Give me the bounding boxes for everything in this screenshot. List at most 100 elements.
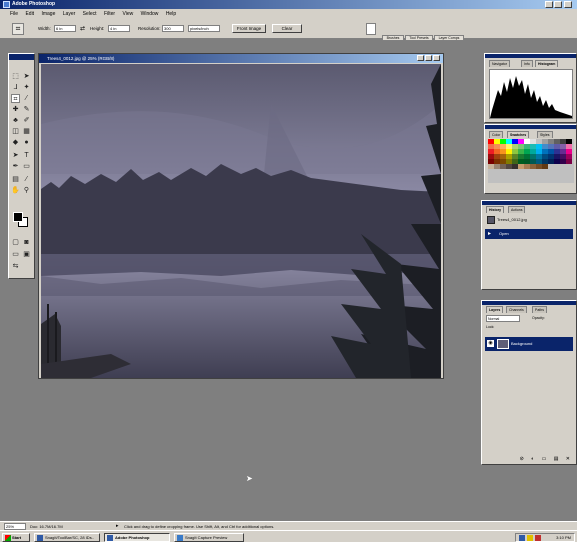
- clone-stamp-tool-icon[interactable]: ♣: [11, 116, 20, 125]
- history-state-open[interactable]: ▸ Open: [485, 229, 573, 239]
- tab-layers[interactable]: Layers: [486, 306, 504, 313]
- well-tab-layer-comps[interactable]: Layer Comps: [434, 35, 464, 41]
- zoom-tool-icon[interactable]: ⚲: [22, 186, 31, 195]
- layers-panel: Layers Channels Paths Normal Opacity: Lo…: [481, 300, 577, 465]
- task-snagit-toolbar[interactable]: SnagIt/ToolBar/SC, 28 IDs..: [34, 533, 100, 542]
- shape-tool-icon[interactable]: ▭: [22, 162, 31, 171]
- blend-mode-select[interactable]: Normal: [486, 315, 520, 322]
- tray-icon-3[interactable]: [535, 535, 541, 541]
- document-title-bar[interactable]: Trees4_0012.jpg @ 25% (RGB/8): [39, 54, 443, 63]
- tray-icon-1[interactable]: [519, 535, 525, 541]
- menu-view[interactable]: View: [122, 11, 133, 17]
- start-label: Start: [12, 535, 22, 540]
- tab-styles[interactable]: Styles: [537, 131, 553, 138]
- history-snapshot[interactable]: Trees4_0012.jpg: [485, 215, 573, 225]
- layers-panel-footer-icons[interactable]: ⊘ ◐ ▭ ▤ ✕: [485, 456, 573, 463]
- tab-actions[interactable]: Actions: [508, 206, 526, 213]
- layer-visibility-eye-icon[interactable]: ◉: [487, 340, 494, 347]
- windows-logo-icon: [5, 535, 11, 541]
- slice-tool-icon[interactable]: ⁄: [22, 94, 31, 103]
- opacity-label: Opacity:: [532, 316, 545, 320]
- jump-to-imageready-icon[interactable]: ⇆: [11, 262, 20, 271]
- brush-tool-icon[interactable]: ✎: [22, 105, 31, 114]
- magic-wand-tool-icon[interactable]: ✦: [22, 83, 31, 92]
- healing-brush-tool-icon[interactable]: ✚: [11, 105, 20, 114]
- doc-minimize-button[interactable]: [417, 55, 424, 61]
- menu-help[interactable]: Help: [166, 11, 176, 17]
- menu-layer[interactable]: Layer: [63, 11, 76, 17]
- tab-info[interactable]: Info: [521, 60, 533, 67]
- path-selection-tool-icon[interactable]: ➤: [11, 151, 20, 160]
- toolbox-grip[interactable]: [9, 54, 34, 60]
- menu-file[interactable]: File: [10, 11, 18, 17]
- marquee-tool-icon[interactable]: ⬚: [11, 72, 20, 81]
- swatch-grid[interactable]: [488, 139, 574, 183]
- palette-well-icon[interactable]: [366, 23, 376, 35]
- crop-tool-icon[interactable]: ⌗: [11, 94, 20, 103]
- eyedropper-tool-icon[interactable]: ⁄: [22, 175, 31, 184]
- minimize-button[interactable]: [545, 1, 553, 8]
- fullscreen-mode-icon[interactable]: ▣: [22, 250, 31, 259]
- blur-tool-icon[interactable]: ◆: [11, 138, 20, 147]
- menu-filter[interactable]: Filter: [104, 11, 115, 17]
- layer-background[interactable]: ◉ Background: [485, 337, 573, 351]
- navigator-panel-grip[interactable]: [485, 54, 576, 58]
- hand-tool-icon[interactable]: ✋: [11, 186, 20, 195]
- tab-histogram[interactable]: Histogram: [535, 60, 559, 67]
- task-label: Adobe Photoshop: [115, 535, 150, 540]
- clear-button[interactable]: Clear: [272, 24, 302, 33]
- toolbox: ⬚ ➤ ᒧ ✦ ⌗ ⁄ ✚ ✎ ♣ ✐ ◫ ▦ ◆ ● ➤ T ✒ ▭ ▤ ⁄ …: [8, 53, 35, 279]
- menu-edit[interactable]: Edit: [25, 11, 34, 17]
- tab-paths[interactable]: Paths: [532, 306, 547, 313]
- standard-mode-icon[interactable]: ▢: [11, 238, 20, 247]
- mouse-cursor-icon: ➤: [246, 474, 253, 483]
- document-canvas[interactable]: [41, 64, 441, 378]
- history-state-label: Open: [499, 231, 509, 236]
- crop-tool-preset-icon[interactable]: ⌗: [12, 23, 24, 35]
- layers-panel-grip[interactable]: [482, 301, 576, 305]
- snapshot-thumbnail-icon: [487, 216, 495, 224]
- well-tab-brushes[interactable]: Brushes: [382, 35, 404, 41]
- eraser-tool-icon[interactable]: ◫: [11, 127, 20, 136]
- tab-history[interactable]: History: [486, 206, 505, 213]
- screen-mode-icon[interactable]: ▭: [11, 250, 20, 259]
- history-brush-tool-icon[interactable]: ✐: [22, 116, 31, 125]
- width-field[interactable]: 6 in: [54, 25, 76, 32]
- tray-icon-2[interactable]: [527, 535, 533, 541]
- notes-tool-icon[interactable]: ▤: [11, 175, 20, 184]
- lasso-tool-icon[interactable]: ᒧ: [11, 83, 20, 92]
- doc-close-button[interactable]: [433, 55, 440, 61]
- close-button[interactable]: [564, 1, 572, 8]
- doc-maximize-button[interactable]: [425, 55, 432, 61]
- resolution-unit-select[interactable]: pixels/inch: [188, 25, 220, 32]
- tab-swatches[interactable]: Swatches: [507, 131, 530, 138]
- front-image-button[interactable]: Front Image: [232, 24, 266, 33]
- menu-window[interactable]: Window: [141, 11, 159, 17]
- maximize-button[interactable]: [554, 1, 562, 8]
- start-button[interactable]: Start: [2, 533, 30, 542]
- task-photoshop[interactable]: Adobe Photoshop: [104, 533, 170, 542]
- swatches-panel-grip[interactable]: [485, 125, 576, 129]
- quick-mask-mode-icon[interactable]: ◙: [22, 238, 31, 247]
- layer-thumbnail: [497, 339, 509, 349]
- menu-select[interactable]: Select: [83, 11, 97, 17]
- task-snagit-preview[interactable]: SnagIt Capture Preview: [174, 533, 244, 542]
- history-panel-grip[interactable]: [482, 201, 576, 205]
- system-tray: 3:10 PM: [515, 533, 575, 542]
- move-tool-icon[interactable]: ➤: [22, 72, 31, 81]
- well-tab-tool-presets[interactable]: Tool Presets: [405, 35, 433, 41]
- dodge-tool-icon[interactable]: ●: [22, 138, 31, 147]
- type-tool-icon[interactable]: T: [22, 151, 31, 160]
- height-field[interactable]: 4 in: [108, 25, 130, 32]
- tab-color[interactable]: Color: [489, 131, 504, 138]
- resolution-field[interactable]: 300: [162, 25, 184, 32]
- gradient-tool-icon[interactable]: ▦: [22, 127, 31, 136]
- swap-icon[interactable]: ⇄: [80, 25, 85, 32]
- foreground-color-swatch[interactable]: [13, 212, 23, 222]
- tab-navigator[interactable]: Navigator: [489, 60, 510, 67]
- menu-image[interactable]: Image: [41, 11, 55, 17]
- zoom-level-field[interactable]: 25%: [4, 523, 26, 530]
- history-state-icon: ▸: [488, 231, 492, 237]
- pen-tool-icon[interactable]: ✒: [11, 162, 20, 171]
- tab-channels[interactable]: Channels: [506, 306, 527, 313]
